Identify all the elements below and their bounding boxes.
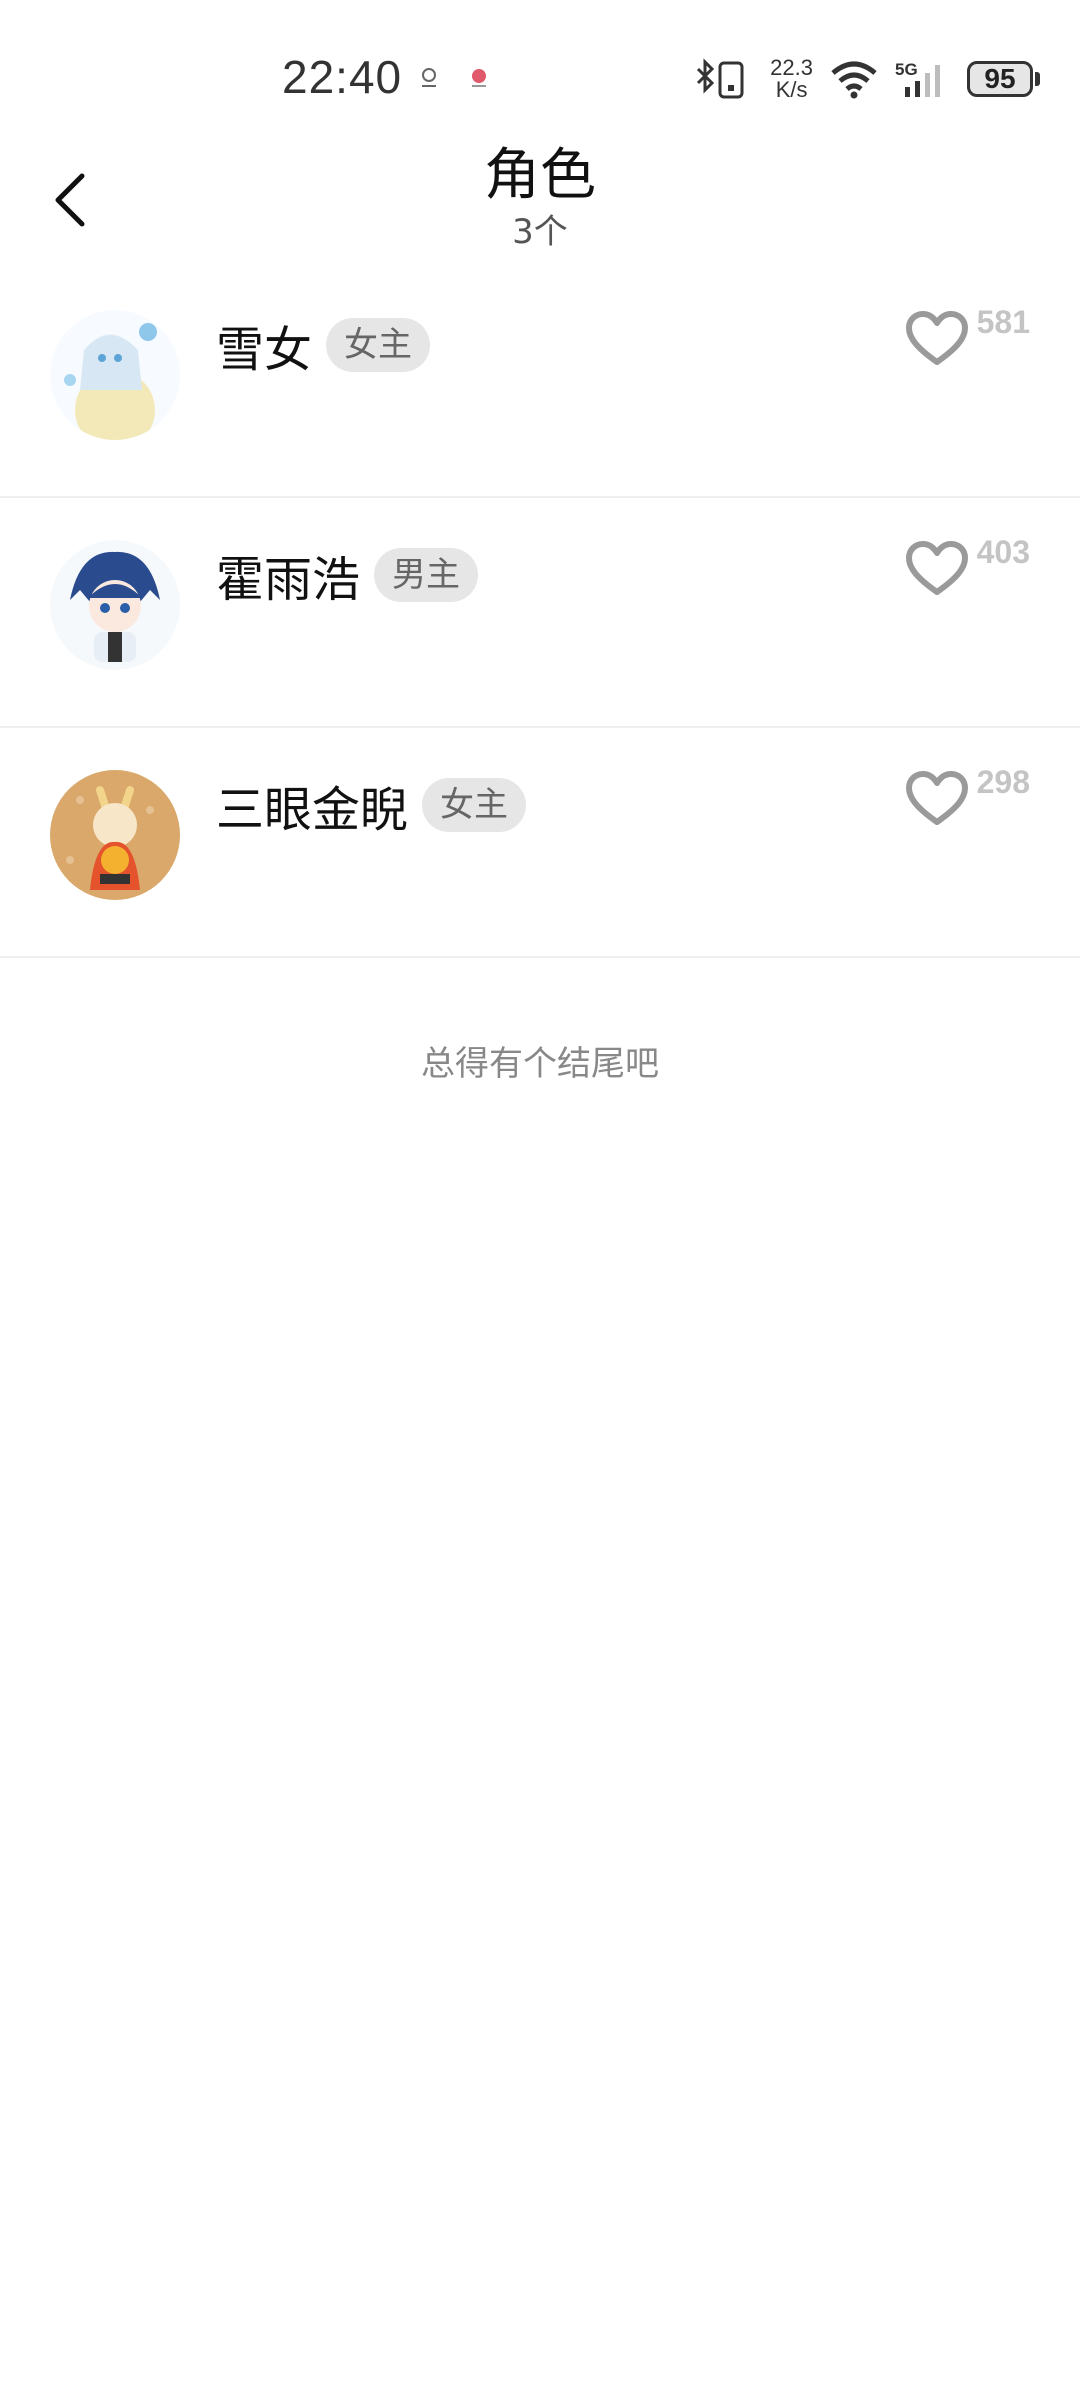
- character-role-tag: 女主: [326, 318, 431, 372]
- like-count: 403: [976, 534, 1030, 570]
- heart-icon: [905, 541, 968, 595]
- bluetooth-vibrate-icon: [697, 58, 744, 99]
- heart-icon: [905, 771, 968, 825]
- network-type-label: 5G: [895, 60, 918, 79]
- character-avatar[interactable]: [50, 540, 180, 670]
- avatar-image-icon: [50, 770, 180, 900]
- app-notification-icon: [472, 69, 486, 87]
- battery-indicator: 95: [967, 61, 1040, 97]
- like-button[interactable]: 298: [905, 764, 1030, 828]
- end-of-list-note: 总得有个结尾吧: [421, 1044, 659, 1084]
- character-list: 雪女 女主 581 霍雨浩 男主 403 三眼金睨 女主 298: [0, 268, 1080, 958]
- character-name-group: 三眼金睨 女主: [216, 770, 527, 840]
- character-row[interactable]: 三眼金睨 女主 298: [0, 728, 1080, 958]
- character-count: 3个: [512, 212, 568, 252]
- like-button[interactable]: 581: [905, 304, 1030, 368]
- status-right-group: 22.3 K/s 5G 95: [692, 56, 1040, 102]
- like-count: 581: [976, 304, 1030, 340]
- cellular-signal-icon: 5G: [895, 60, 940, 97]
- notification-icon: [422, 68, 436, 87]
- wifi-icon: [831, 61, 877, 99]
- character-name-group: 雪女 女主: [216, 310, 431, 380]
- character-avatar[interactable]: [50, 310, 180, 440]
- page-header: 角色 3个: [0, 130, 1080, 260]
- character-name: 霍雨浩: [216, 552, 361, 608]
- status-bar: 22:40 22.3 K/s 5G 95: [0, 0, 1080, 140]
- character-role-tag: 女主: [422, 778, 527, 832]
- character-avatar[interactable]: [50, 770, 180, 900]
- character-name: 三眼金睨: [216, 782, 409, 838]
- character-row[interactable]: 雪女 女主 581: [0, 268, 1080, 498]
- like-button[interactable]: 403: [905, 534, 1030, 598]
- character-name: 雪女: [216, 322, 313, 378]
- like-count: 298: [976, 764, 1030, 800]
- battery-tip: [1035, 72, 1040, 86]
- avatar-image-icon: [50, 310, 180, 440]
- network-speed: 22.3 K/s: [770, 57, 813, 101]
- character-role-tag: 男主: [374, 548, 479, 602]
- network-speed-unit: K/s: [775, 77, 808, 102]
- heart-icon: [905, 311, 968, 365]
- page-title: 角色: [484, 143, 596, 208]
- avatar-image-icon: [50, 540, 180, 670]
- character-name-group: 霍雨浩 男主: [216, 540, 479, 610]
- network-speed-value: 22.3: [770, 55, 813, 80]
- battery-level: 95: [967, 61, 1033, 97]
- status-time: 22:40: [282, 51, 403, 103]
- character-row[interactable]: 霍雨浩 男主 403: [0, 498, 1080, 728]
